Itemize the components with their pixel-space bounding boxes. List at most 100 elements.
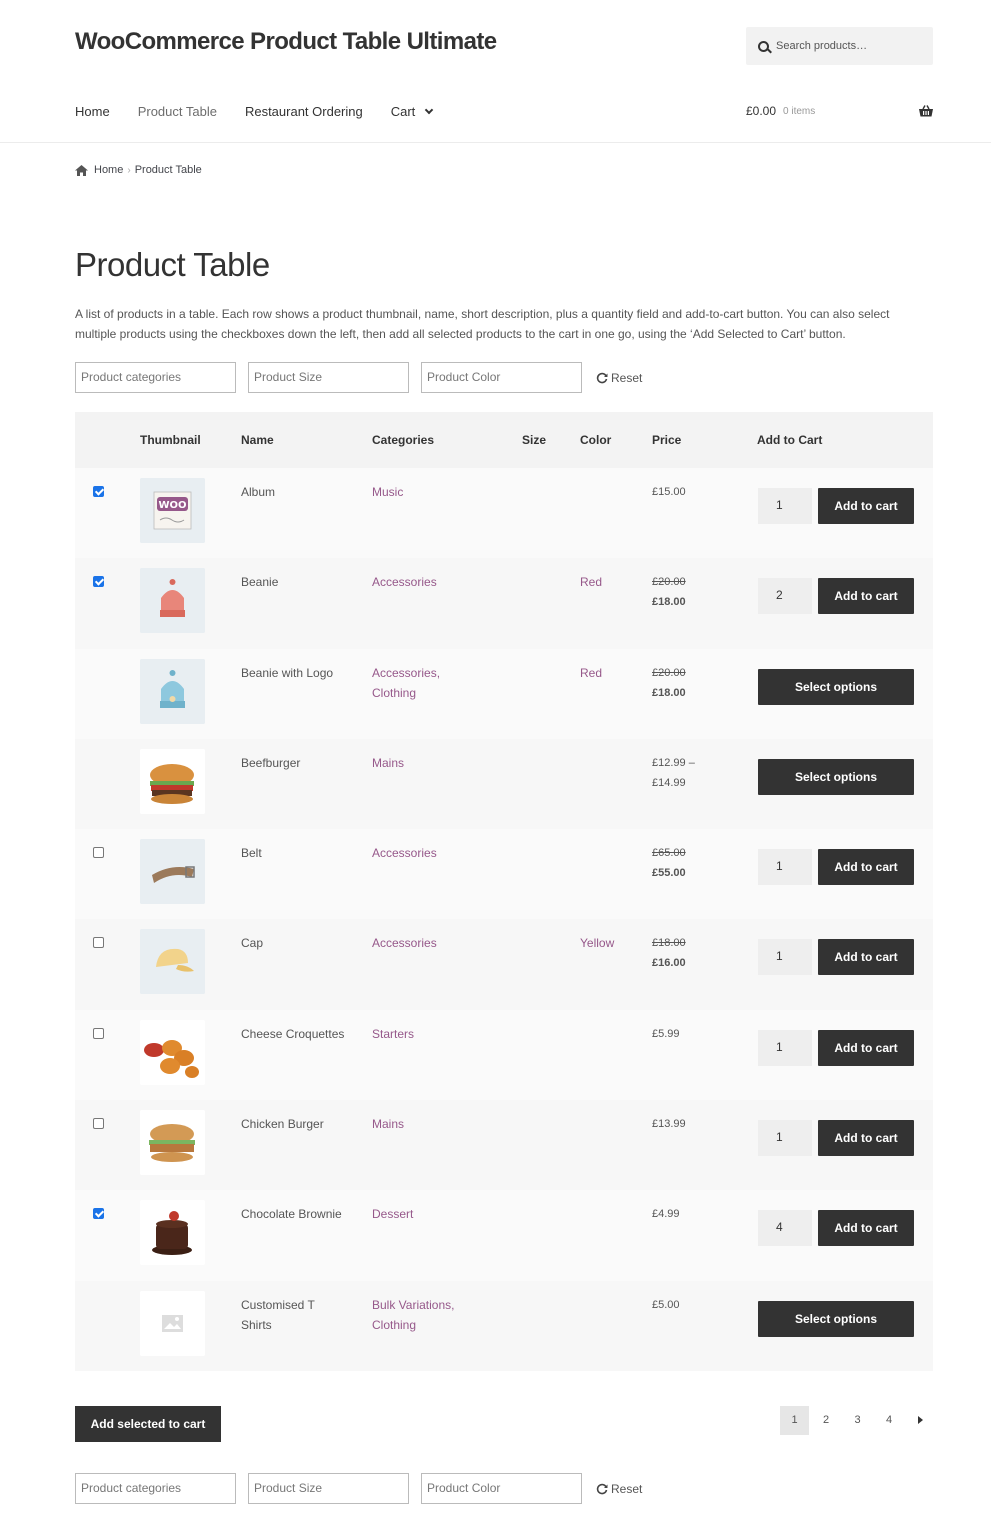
col-size[interactable]: Size (522, 433, 546, 447)
nav-restaurant-ordering[interactable]: Restaurant Ordering (245, 104, 363, 119)
add-to-cart-button[interactable]: Add to cart (818, 1029, 914, 1066)
add-to-cart-button[interactable]: Add to cart (818, 1120, 914, 1157)
col-name[interactable]: Name (241, 433, 274, 447)
product-thumbnail[interactable] (140, 929, 205, 995)
quantity-input[interactable]: 4 (758, 1210, 812, 1247)
product-name[interactable]: Beanie (241, 572, 346, 592)
table-row: Beanie with Logo Accessories, Clothing Red… (75, 649, 933, 739)
product-categories[interactable]: Dessert (372, 1204, 482, 1224)
product-categories[interactable]: Accessories (372, 572, 482, 592)
site-title[interactable]: WooCommerce Product Table Ultimate (75, 28, 497, 56)
quantity-input[interactable]: 1 (758, 1029, 812, 1066)
page-3[interactable]: 3 (843, 1406, 872, 1435)
breadcrumb-separator: › (127, 164, 131, 176)
product-color[interactable]: Yellow (580, 933, 614, 953)
quantity-input[interactable]: 2 (758, 578, 812, 615)
page-2[interactable]: 2 (812, 1406, 841, 1435)
select-options-button[interactable]: Select options (758, 758, 914, 795)
row-select-checkbox[interactable] (93, 576, 104, 588)
product-thumbnail[interactable] (140, 1019, 205, 1085)
product-thumbnail[interactable] (140, 1110, 205, 1176)
col-color[interactable]: Color (580, 433, 611, 447)
product-name[interactable]: Album (241, 482, 346, 502)
filter-color-bottom[interactable]: Product Color (421, 1473, 582, 1504)
row-select-checkbox[interactable] (93, 847, 104, 859)
product-categories[interactable]: Music (372, 482, 482, 502)
product-color[interactable]: Red (580, 663, 602, 683)
product-categories[interactable]: Accessories (372, 843, 482, 863)
filter-color[interactable]: Product Color (421, 362, 582, 393)
table-row: Beefburger Mains £12.99 – £14.99 Select opt… (75, 738, 933, 830)
product-categories[interactable]: Starters (372, 1024, 482, 1044)
row-select-checkbox[interactable] (93, 1118, 104, 1130)
breadcrumb-home[interactable]: Home (94, 164, 123, 176)
page-4[interactable]: 4 (875, 1406, 904, 1435)
product-categories[interactable]: Bulk Variations, Clothing (372, 1295, 482, 1335)
product-thumbnail[interactable] (140, 748, 205, 814)
row-select-checkbox[interactable] (93, 486, 104, 497)
product-image (140, 929, 205, 995)
chevron-down-icon (425, 105, 434, 115)
filter-categories-bottom[interactable]: Product categories (75, 1473, 236, 1504)
basket-icon (919, 105, 933, 117)
add-to-cart-button[interactable]: Add to cart (818, 578, 914, 615)
product-image (140, 748, 205, 814)
product-price: £15.00 (652, 482, 686, 502)
row-select-checkbox[interactable] (93, 1027, 104, 1039)
product-color[interactable]: Red (580, 572, 602, 592)
product-name[interactable]: Chicken Burger (241, 1114, 346, 1134)
product-thumbnail[interactable] (140, 1200, 205, 1266)
quantity-input[interactable]: 1 (758, 849, 812, 886)
filter-size-bottom[interactable]: Product Size (248, 1473, 409, 1504)
product-categories[interactable]: Accessories (372, 933, 482, 953)
add-to-cart-button[interactable]: Add to cart (818, 939, 914, 976)
reset-button[interactable]: Reset (596, 371, 642, 385)
product-thumbnail[interactable] (140, 568, 205, 634)
product-name[interactable]: Cap (241, 933, 346, 953)
table-row: Cap Accessories Yellow £18.00 £16.00 1 Add to … (75, 919, 933, 1010)
quantity-input[interactable]: 1 (758, 939, 812, 976)
quantity-input[interactable]: 1 (758, 488, 812, 524)
add-to-cart-button[interactable]: Add to cart (818, 488, 914, 524)
product-categories[interactable]: Accessories, Clothing (372, 663, 482, 703)
row-select-checkbox[interactable] (93, 937, 104, 949)
add-to-cart-button[interactable]: Add to cart (818, 1210, 914, 1247)
table-row: WOO Album Music £15.00 1 Add to cart (75, 468, 933, 558)
product-thumbnail[interactable] (140, 658, 205, 724)
nav-cart[interactable]: Cart (391, 104, 434, 119)
product-categories[interactable]: Mains (372, 1114, 482, 1134)
chevron-right-icon (918, 1416, 923, 1425)
next-page-button[interactable] (906, 1406, 935, 1435)
search-icon (758, 40, 769, 52)
nav-home[interactable]: Home (75, 104, 110, 119)
mini-cart[interactable]: £0.00 0 items (746, 104, 933, 118)
col-price[interactable]: Price (652, 433, 681, 447)
product-name[interactable]: Chocolate Brownie (241, 1204, 346, 1224)
filter-categories[interactable]: Product categories (75, 362, 236, 393)
product-name[interactable]: Belt (241, 843, 346, 863)
reset-button-bottom[interactable]: Reset (596, 1482, 642, 1496)
add-selected-to-cart-button[interactable]: Add selected to cart (75, 1406, 221, 1442)
product-name[interactable]: Customised T Shirts (241, 1295, 346, 1335)
quantity-input[interactable]: 1 (758, 1120, 812, 1157)
product-thumbnail[interactable] (140, 839, 205, 905)
col-categories[interactable]: Categories (372, 433, 434, 447)
filter-size[interactable]: Product Size (248, 362, 409, 393)
add-to-cart-button[interactable]: Add to cart (818, 849, 914, 886)
col-thumbnail[interactable]: Thumbnail (140, 433, 201, 447)
select-options-button[interactable]: Select options (758, 1300, 914, 1337)
page-intro: A list of products in a table. Each row … (75, 307, 890, 341)
page-1[interactable]: 1 (780, 1406, 809, 1435)
nav-product-table[interactable]: Product Table (138, 104, 217, 119)
product-price: £65.00 £55.00 (652, 843, 686, 883)
row-select-checkbox[interactable] (93, 1208, 104, 1220)
svg-text:WOO: WOO (158, 500, 186, 511)
search-input[interactable]: Search products… (746, 27, 933, 65)
product-name[interactable]: Beanie with Logo (241, 663, 346, 683)
select-options-button[interactable]: Select options (758, 668, 914, 705)
product-categories[interactable]: Mains (372, 753, 482, 773)
product-name[interactable]: Beefburger (241, 753, 346, 773)
product-name[interactable]: Cheese Croquettes (241, 1024, 346, 1044)
product-thumbnail[interactable] (140, 1290, 205, 1356)
product-thumbnail[interactable]: WOO (140, 478, 205, 543)
